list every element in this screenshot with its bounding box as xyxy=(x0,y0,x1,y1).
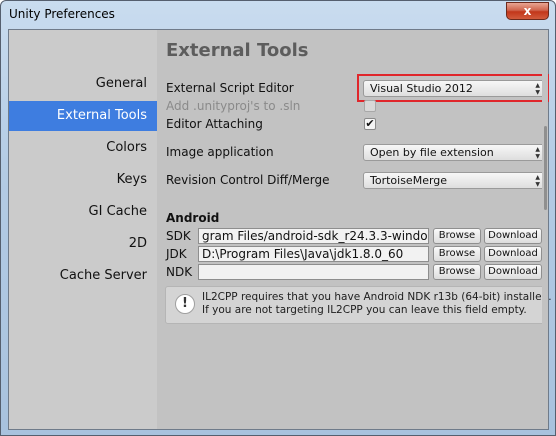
sidebar-item-external-tools[interactable]: External Tools xyxy=(9,101,157,131)
image-app-dropdown[interactable]: Open by file extension ▲ ▼ xyxy=(363,144,545,161)
sdk-download-button[interactable]: Download xyxy=(484,228,542,244)
preferences-window: Unity Preferences x General External Too… xyxy=(0,0,556,436)
ndk-browse-button[interactable]: Browse xyxy=(433,264,481,280)
info-line-2: If you are not targeting IL2CPP you can … xyxy=(202,304,527,316)
revision-diff-dropdown[interactable]: TortoiseMerge ▲ ▼ xyxy=(363,172,545,189)
external-tools-panel: External Tools External Script Editor Vi… xyxy=(157,30,552,429)
info-icon: ! xyxy=(175,294,195,314)
editor-attaching-checkbox[interactable]: ✔ xyxy=(364,118,376,130)
sidebar-item-colors[interactable]: Colors xyxy=(9,133,157,163)
sidebar-item-gi-cache[interactable]: GI Cache xyxy=(9,197,157,227)
image-app-label: Image application xyxy=(166,145,274,159)
revision-diff-label: Revision Control Diff/Merge xyxy=(166,173,330,187)
sdk-label: SDK xyxy=(166,229,191,243)
add-unityproj-checkbox[interactable] xyxy=(364,100,376,112)
sdk-path-field[interactable]: gram Files/android-sdk_r24.3.3-window xyxy=(198,228,429,244)
android-section-title: Android xyxy=(166,211,220,225)
sidebar-item-keys[interactable]: Keys xyxy=(9,165,157,195)
close-button[interactable]: x xyxy=(506,2,549,20)
ndk-download-button[interactable]: Download xyxy=(484,264,542,280)
vertical-scrollbar[interactable] xyxy=(542,30,548,429)
jdk-browse-button[interactable]: Browse xyxy=(433,246,481,262)
sdk-browse-button[interactable]: Browse xyxy=(433,228,481,244)
ndk-path-field[interactable] xyxy=(198,264,429,280)
revision-diff-value: TortoiseMerge xyxy=(370,174,448,187)
dropdown-arrow-icon: ▲ ▼ xyxy=(535,174,540,188)
sidebar-item-cache-server[interactable]: Cache Server xyxy=(9,261,157,291)
image-app-value: Open by file extension xyxy=(370,146,494,159)
sidebar-item-general[interactable]: General xyxy=(9,69,157,99)
info-line-1: IL2CPP requires that you have Android ND… xyxy=(202,291,552,303)
client-area: General External Tools Colors Keys GI Ca… xyxy=(8,29,552,430)
jdk-path-field[interactable]: D:\Program Files\Java\jdk1.8.0_60 xyxy=(198,246,429,262)
sidebar: General External Tools Colors Keys GI Ca… xyxy=(9,30,157,429)
title-bar[interactable]: Unity Preferences x xyxy=(1,1,555,28)
scrollbar-thumb[interactable] xyxy=(544,126,547,210)
jdk-label: JDK xyxy=(166,247,187,261)
script-editor-label: External Script Editor xyxy=(166,81,294,95)
info-text: IL2CPP requires that you have Android ND… xyxy=(202,291,552,317)
ndk-label: NDK xyxy=(166,265,193,279)
sidebar-item-2d[interactable]: 2D xyxy=(9,229,157,259)
window-title: Unity Preferences xyxy=(9,7,115,21)
add-unityproj-label: Add .unityproj's to .sln xyxy=(166,99,301,113)
il2cpp-info-box: ! IL2CPP requires that you have Android … xyxy=(165,286,552,324)
jdk-download-button[interactable]: Download xyxy=(484,246,542,262)
page-title: External Tools xyxy=(166,40,309,61)
highlight-box xyxy=(357,74,549,102)
dropdown-arrow-icon: ▲ ▼ xyxy=(535,146,540,160)
editor-attaching-label: Editor Attaching xyxy=(166,117,263,131)
